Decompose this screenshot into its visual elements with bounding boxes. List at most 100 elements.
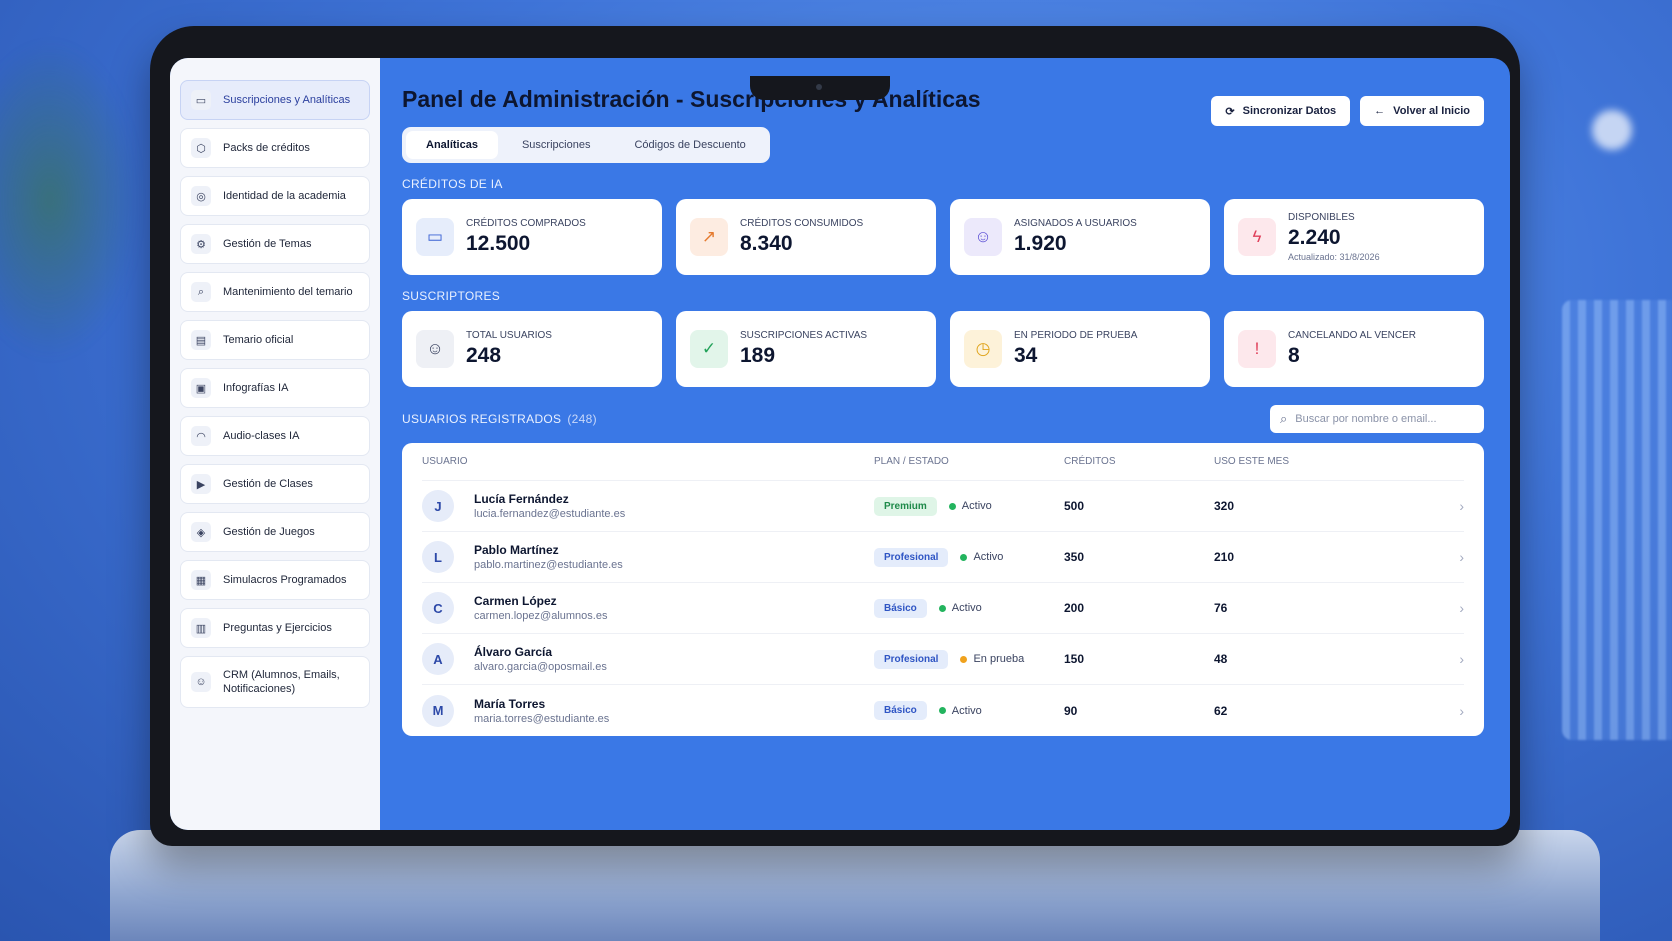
column-header: PLAN / ESTADO [874, 456, 949, 467]
sidebar-item-mantenimiento-del-temario[interactable]: ⌕ Mantenimiento del temario [180, 272, 370, 312]
stat-label: CRÉDITOS CONSUMIDOS [740, 218, 864, 229]
background-decor [1562, 300, 1672, 740]
status-indicator: En prueba [960, 653, 1024, 665]
sidebar-item-simulacros-programados[interactable]: ▦ Simulacros Programados [180, 560, 370, 600]
book-icon: ▥ [191, 618, 211, 638]
status-dot-icon [948, 502, 956, 510]
status-indicator: Activo [960, 551, 1003, 563]
sidebar-item-label: CRM (Alumnos, Emails, Notificaciones) [223, 668, 340, 695]
credits-value: 150 [1064, 652, 1085, 666]
table-row[interactable]: L Pablo Martínez pablo.martinez@estudiante… [422, 532, 1464, 583]
sidebar-item-gestion-de-clases[interactable]: ▶ Gestión de Clases [180, 464, 370, 504]
sidebar-item-infografias-ia[interactable]: ▣ Infografías IA [180, 368, 370, 408]
status-text: Activo [961, 500, 992, 512]
stat-card: ◷ EN PERIODO DE PRUEBA 34 [950, 311, 1210, 387]
status-indicator: Activo [938, 602, 982, 614]
video-icon: ▶ [191, 474, 211, 494]
credit-card-icon: ▭ [416, 218, 454, 256]
column-header: USUARIO [422, 456, 468, 467]
tab-codigos-de-descuento[interactable]: Códigos de Descuento [614, 131, 765, 159]
sidebar-item-label: Infografías IA [223, 381, 289, 394]
chevron-right-icon[interactable]: › [1364, 600, 1464, 616]
table-row[interactable]: M María Torres maria.torres@estudiante.es B… [422, 685, 1464, 736]
back-home-button[interactable]: ← Volver al Inicio [1360, 96, 1484, 126]
user-email: alvaro.garcia@oposmail.es [474, 661, 607, 673]
subscribers-cards: ☺ TOTAL USUARIOS 248 ✓ SUSCRIPCIONES ACTIVAS… [402, 311, 1484, 387]
credits-cards: ▭ CRÉDITOS COMPRADOS 12.500 ↗ CRÉDITOS CONSU… [402, 199, 1484, 275]
sidebar-item-audio-clases-ia[interactable]: ◠ Audio-clases IA [180, 416, 370, 456]
sidebar-item-identidad-de-la-academia[interactable]: ◎ Identidad de la academia [180, 176, 370, 216]
plan-badge: Profesional [874, 649, 949, 669]
avatar: L [422, 541, 454, 573]
user-info: María Torres maria.torres@estudiante.es [474, 697, 609, 725]
gear-icon: ⚙ [191, 234, 211, 254]
sidebar-item-suscripciones-y-analiticas[interactable]: ▭ Suscripciones y Analíticas [180, 80, 370, 120]
lightning-icon: ϟ [1238, 218, 1276, 256]
tab-bar: Analíticas Suscripciones Códigos de Descue… [402, 127, 770, 163]
status-dot-icon [960, 553, 968, 561]
table-row[interactable]: C Carmen López carmen.lopez@alumnos.es Bási… [422, 583, 1464, 634]
table-row[interactable]: A Álvaro García alvaro.garcia@oposmail.es P… [422, 634, 1464, 685]
chevron-right-icon[interactable]: › [1364, 498, 1464, 514]
stat-label: EN PERIODO DE PRUEBA [1014, 330, 1138, 341]
user-info: Carmen López carmen.lopez@alumnos.es [474, 594, 607, 622]
plan-status-cell: Básico Activo [874, 701, 1064, 720]
sidebar-item-label: Preguntas y Ejercicios [223, 621, 332, 634]
user-search-box[interactable]: ⌕ [1270, 405, 1484, 433]
plan-badge: Básico [874, 701, 927, 720]
user-name: Carmen López [474, 594, 557, 608]
table-row[interactable]: J Lucía Fernández lucia.fernandez@estudian… [422, 481, 1464, 532]
stat-value: 1.920 [1014, 232, 1067, 255]
stat-card: ✓ SUSCRIPCIONES ACTIVAS 189 [676, 311, 936, 387]
tab-analiticas[interactable]: Analíticas [406, 131, 498, 159]
user-name: María Torres [474, 696, 546, 711]
user-name: Pablo Martínez [474, 543, 559, 557]
credits-value: 350 [1064, 550, 1085, 564]
background-plant [0, 40, 140, 360]
stat-card-body: DISPONIBLES 2.240 Actualizado: 31/8/2026 [1288, 212, 1380, 262]
credits-section-label: CRÉDITOS DE IA [402, 177, 503, 191]
sidebar-item-label: Identidad de la academia [223, 189, 346, 202]
chevron-right-icon[interactable]: › [1364, 651, 1464, 667]
headphones-icon: ◠ [191, 426, 211, 446]
credits-value: 500 [1064, 499, 1085, 513]
users-count: (248) [567, 412, 597, 426]
sidebar-item-label: Gestión de Juegos [223, 525, 315, 538]
subscribers-section-label: SUSCRIPTORES [402, 289, 501, 303]
sidebar-item-label: Audio-clases IA [223, 429, 300, 442]
sync-data-label: Sincronizar Datos [1242, 105, 1337, 117]
user-email: maria.torres@estudiante.es [474, 712, 610, 725]
status-indicator: Activo [948, 500, 992, 512]
search-icon: ⌕ [191, 282, 211, 302]
users-icon: ☺ [191, 672, 211, 692]
users-icon: ☺ [964, 218, 1002, 256]
chevron-right-icon[interactable]: › [1364, 549, 1464, 565]
sidebar-item-label: Suscripciones y Analíticas [223, 93, 351, 106]
user-cell: M María Torres maria.torres@estudiante.es [422, 694, 874, 727]
sidebar-item-temario-oficial[interactable]: ▤ Temario oficial [180, 320, 370, 360]
sidebar-item-packs-de-creditos[interactable]: ⬡ Packs de créditos [180, 128, 370, 168]
sidebar-item-crm-alumnos-emails-notificaciones[interactable]: ☺ CRM (Alumnos, Emails, Notificaciones) [180, 656, 370, 708]
palette-icon: ◎ [191, 186, 211, 206]
user-info: Pablo Martínez pablo.martinez@estudiante.… [474, 543, 623, 571]
stat-card: ↗ CRÉDITOS CONSUMIDOS 8.340 [676, 199, 936, 275]
users-table-body: J Lucía Fernández lucia.fernandez@estudian… [422, 481, 1464, 736]
sidebar-item-gestion-de-temas[interactable]: ⚙ Gestión de Temas [180, 224, 370, 264]
avatar: C [422, 592, 454, 624]
sidebar-item-gestion-de-juegos[interactable]: ◈ Gestión de Juegos [180, 512, 370, 552]
search-icon: ⌕ [1280, 411, 1288, 426]
background-light [1592, 110, 1632, 150]
stat-label: DISPONIBLES [1288, 212, 1355, 223]
chevron-right-icon[interactable]: › [1364, 703, 1464, 719]
stat-value: 248 [466, 344, 502, 367]
stat-label: TOTAL USUARIOS [466, 330, 552, 341]
check-shield-icon: ✓ [690, 330, 728, 368]
tab-suscripciones[interactable]: Suscripciones [502, 131, 610, 159]
sidebar-item-preguntas-y-ejercicios[interactable]: ▥ Preguntas y Ejercicios [180, 608, 370, 648]
image-icon: ▣ [191, 378, 211, 398]
user-search-input[interactable] [1295, 413, 1466, 425]
sync-data-button[interactable]: ⟳ Sincronizar Datos [1211, 96, 1351, 126]
plan-badge: Básico [874, 598, 927, 618]
user-email: carmen.lopez@alumnos.es [474, 610, 608, 622]
credit-card-icon: ▭ [191, 90, 211, 110]
